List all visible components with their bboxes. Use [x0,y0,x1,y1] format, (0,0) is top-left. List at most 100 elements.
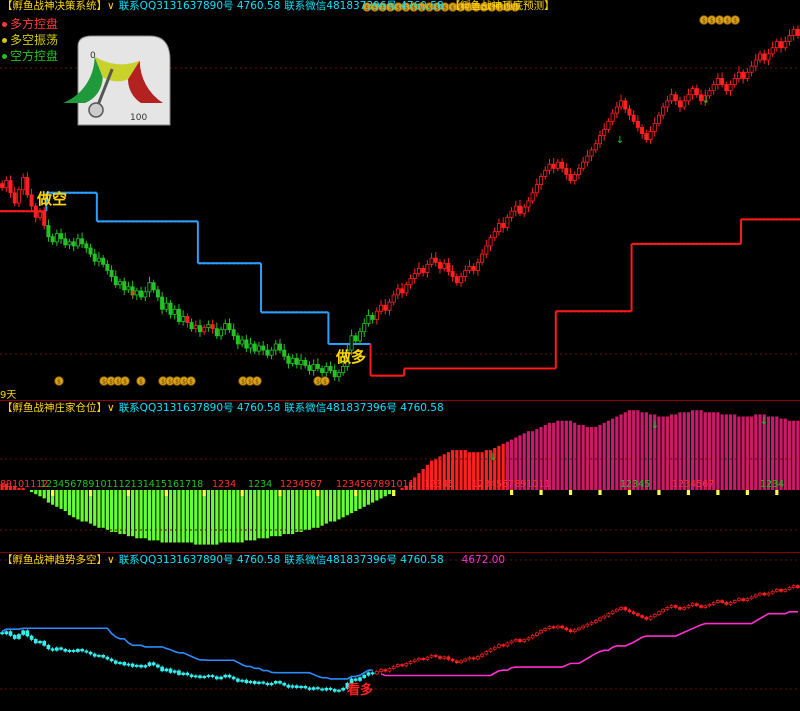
candle-body [454,276,459,284]
trend-candle-body [76,649,80,652]
trend-candle-body [126,663,131,666]
legend-item-range: 多空振荡 [2,32,58,48]
position-bar [665,416,669,490]
stop-line-dot [632,242,635,245]
position-bar [459,450,463,490]
position-bar [143,490,147,539]
candle-body [84,243,89,249]
candle-body [602,129,607,136]
stop-line-dot [624,310,627,313]
position-bar-flag [716,490,720,495]
candle-body [779,41,784,49]
candle-body [492,231,497,239]
candle-body [332,370,337,378]
stop-line-dot [300,311,303,314]
legend-item-bull: 多方控盘 [2,16,58,32]
candle-body [526,200,531,208]
trend-candle-body [366,672,371,676]
trend-candle-body [598,617,602,621]
position-bar [278,490,282,537]
trend-candle-body [412,659,417,662]
position-bar [67,490,72,516]
candle-body [623,100,628,110]
stop-line-dot [489,367,492,370]
candle-body [640,127,645,134]
trend-candle-body [577,627,581,631]
candle-body [277,343,282,351]
stop-line-dot [674,242,677,245]
coin-glyph: $ [316,379,320,386]
stop-line-dot [712,242,715,245]
candle-body [644,133,649,141]
position-bar [135,490,139,539]
candle-body [416,267,421,274]
stop-line-dot [636,242,639,245]
trend-candle-body [728,602,733,605]
stop-line-dot [144,220,147,223]
trend-candle-body [109,658,114,662]
position-bar [577,424,581,490]
stop-line-dot [784,218,787,221]
position-bar [34,490,38,495]
trend-candle-body [21,630,26,635]
candle-body [139,290,144,298]
stop-line-dot [169,220,172,223]
stop-line-dot [211,262,214,265]
stop-line-dot [253,262,256,265]
candle-body [42,211,47,226]
trend-candle-body [732,600,737,603]
candle-body [341,366,346,373]
candle-body [38,211,43,218]
trend-candle-body [783,589,788,592]
stop-line-dot [279,311,281,314]
chevron-down-icon[interactable]: ∨ [107,402,115,414]
candle-body [101,257,106,265]
position-bar [387,490,392,495]
trend-candle-body [0,632,4,635]
candle-body [151,282,156,291]
trend-candle-body [682,607,687,610]
trend-candle-body [686,605,691,608]
trend-candle-body [248,681,253,683]
stop-line-dot [135,220,138,223]
candle-body [530,192,535,202]
position-bar-flag [51,490,55,496]
stop-line-dot [502,367,505,370]
stop-line-dot [439,367,441,370]
candle-body [450,271,455,277]
panel3-contact-qq: 联系QQ3131637890号 4760.58 [118,554,281,566]
stop-line-dot [716,242,719,245]
stop-line-dot [85,191,88,194]
trend-candle-body [374,671,379,675]
candle-body [543,169,548,177]
panel1-contact-qq: 联系QQ3131637890号 4760.58 [118,0,281,12]
stop-line-dot [337,342,340,345]
candle-body [488,237,493,247]
chevron-down-icon[interactable]: ∨ [107,554,115,566]
coin-glyph: $ [241,379,245,386]
position-bar-flag [657,490,661,495]
count-label: 1234567891011 [336,479,415,490]
trend-candle-body [610,610,615,614]
position-bar [46,490,51,503]
stop-line-dot [380,374,383,377]
trend-candle-body [446,656,451,660]
candle-body [223,323,228,331]
candle-body [593,143,598,151]
candle-body [113,276,118,286]
candle-body [383,304,388,311]
chevron-down-icon[interactable]: ∨ [107,0,115,12]
trend-candle-body [206,675,211,678]
trend-candle-body [463,658,468,662]
stop-line-dot [295,311,298,314]
coin-glyph: $ [109,379,113,386]
trend-candle-body [134,664,139,667]
position-bar-flag [278,490,282,496]
stop-line-dot [455,367,458,370]
trend-candle-body [766,592,771,596]
trend-candle-body [526,637,531,641]
stop-line-dot [628,310,631,313]
stop-line-dot [582,310,585,313]
stop-line-dot [266,311,269,314]
trend-candle-body [316,687,320,690]
